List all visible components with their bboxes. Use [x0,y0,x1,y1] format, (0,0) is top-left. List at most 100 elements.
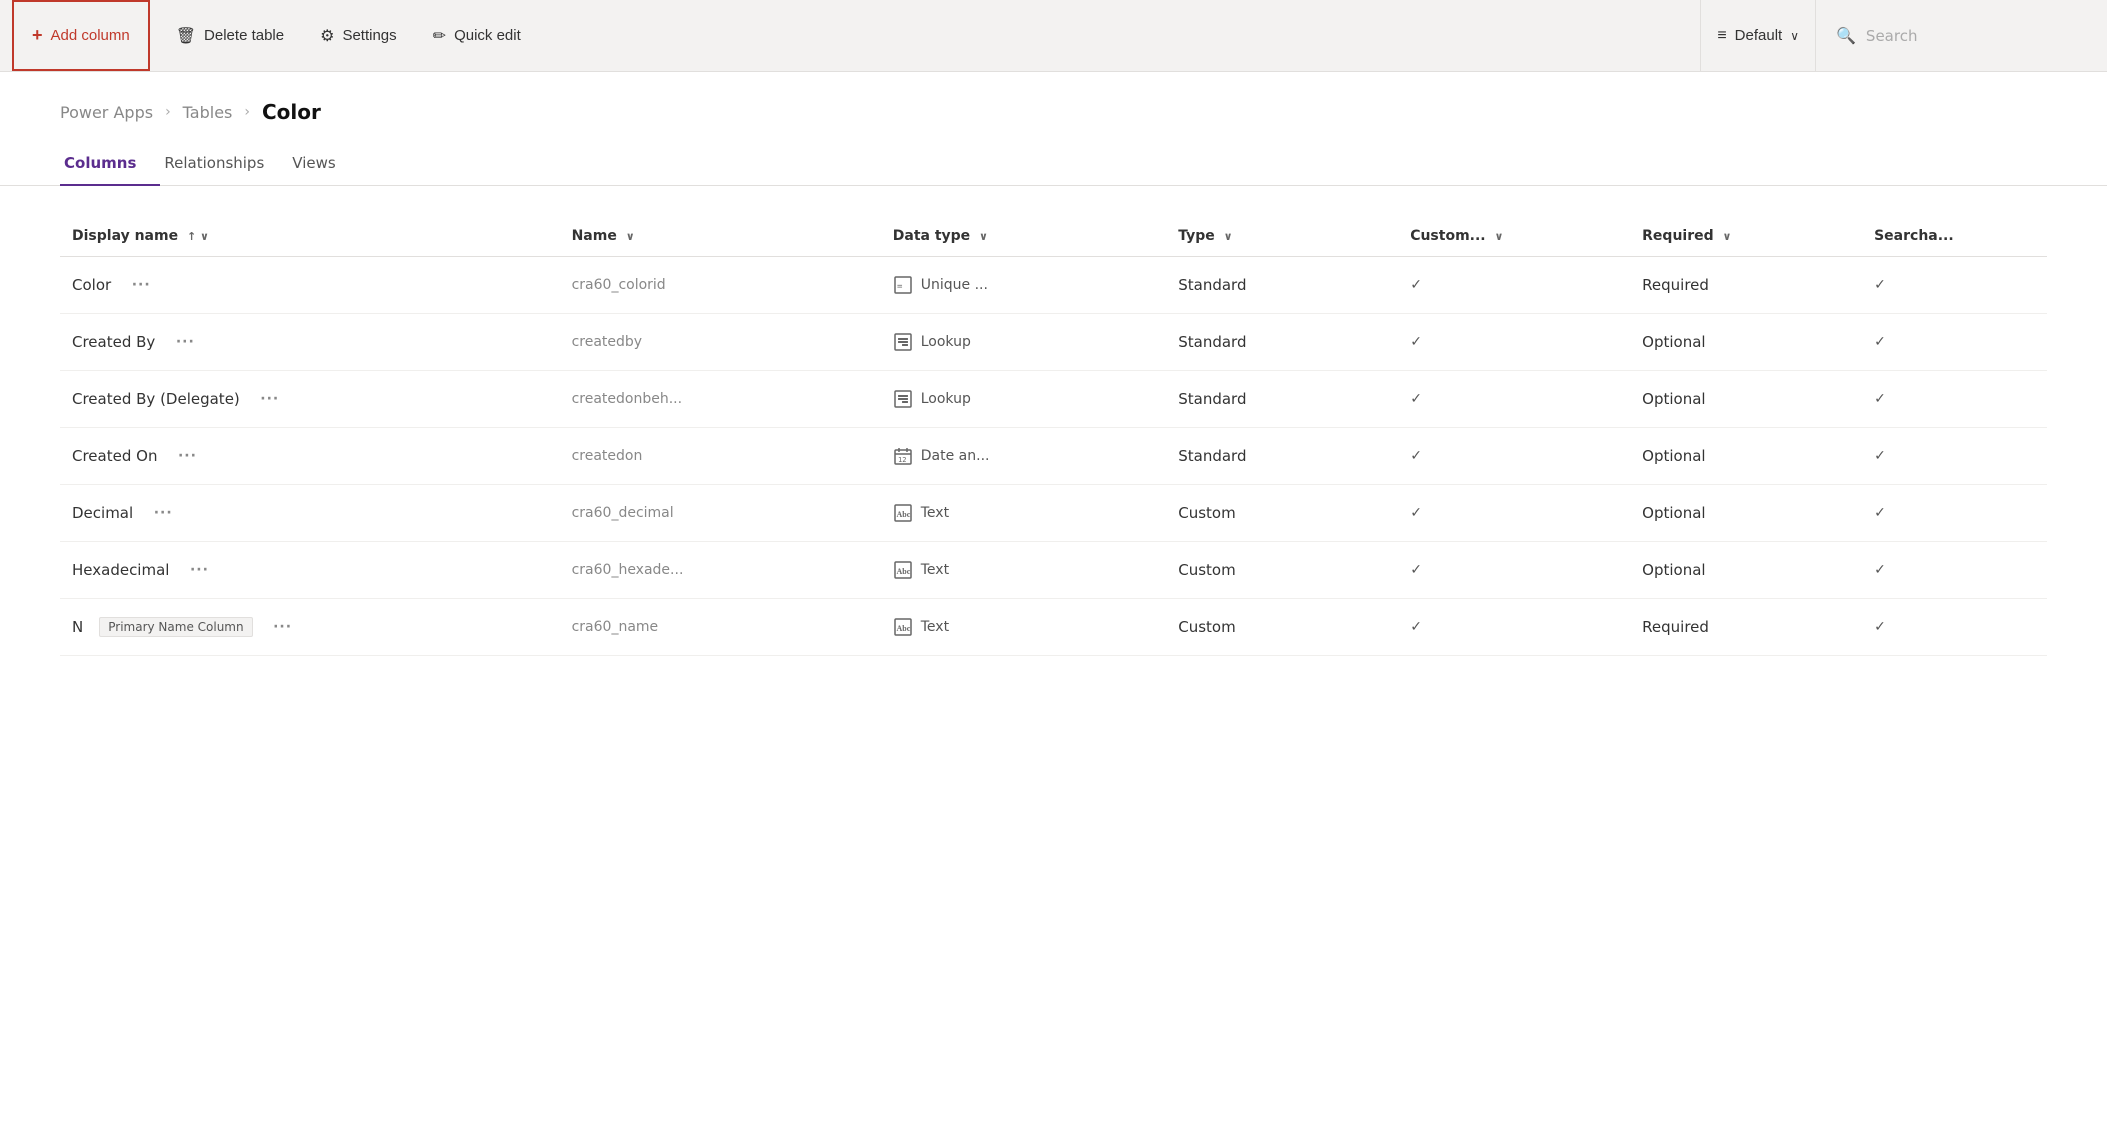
cell-type: Standard [1166,428,1398,485]
breadcrumb-powerapps[interactable]: Power Apps [60,103,153,122]
datatype-label: Text [921,619,949,635]
sort-datatype-icon: ∨ [979,230,988,243]
header-datatype[interactable]: Data type ∨ [881,218,1166,257]
more-options-button[interactable]: ··· [173,442,201,470]
default-view-button[interactable]: ≡ Default ∨ [1700,0,1815,72]
cell-displayname: Created On··· [60,428,560,485]
cell-name: cra60_decimal [560,485,881,542]
header-displayname[interactable]: Display name ↑ ∨ [60,218,560,257]
cell-type: Standard [1166,314,1398,371]
datatype-label: Lookup [921,334,971,350]
cell-name: createdonbeh... [560,371,881,428]
columns-table: Display name ↑ ∨ Name ∨ Data type ∨ Type… [60,218,2047,656]
display-name-text: Created By (Delegate) [72,390,240,408]
more-options-button[interactable]: ··· [185,556,213,584]
settings-label: Settings [342,27,396,44]
sort-name-icon: ∨ [626,230,635,243]
pencil-icon: ✏ [433,26,446,46]
cell-custom: ✓ [1398,485,1630,542]
cell-name: cra60_name [560,599,881,656]
cell-searchable: ✓ [1862,542,2047,599]
cell-name: cra60_colorid [560,257,881,314]
cell-custom: ✓ [1398,542,1630,599]
cell-displayname: Created By··· [60,314,560,371]
svg-text:Abc: Abc [896,567,910,576]
cell-type: Custom [1166,485,1398,542]
tab-columns[interactable]: Columns [60,144,160,186]
cell-datatype: Abc Text [881,542,1166,599]
cell-datatype: Abc Text [881,599,1166,656]
breadcrumb-current: Color [262,100,321,124]
header-required[interactable]: Required ∨ [1630,218,1862,257]
header-type[interactable]: Type ∨ [1166,218,1398,257]
quick-edit-label: Quick edit [454,27,521,44]
quick-edit-button[interactable]: ✏ Quick edit [415,0,539,71]
cell-required: Required [1630,257,1862,314]
delete-table-label: Delete table [204,27,284,44]
cell-required: Required [1630,599,1862,656]
add-column-button[interactable]: + Add column [12,0,150,71]
more-options-button[interactable]: ··· [171,328,199,356]
header-name[interactable]: Name ∨ [560,218,881,257]
cell-custom: ✓ [1398,314,1630,371]
cell-searchable: ✓ [1862,428,2047,485]
search-area[interactable]: 🔍 Search [1815,0,2095,72]
datatype-icon: 12 [893,446,913,466]
cell-custom: ✓ [1398,257,1630,314]
cell-displayname: Created By (Delegate) ··· [60,371,560,428]
cell-searchable: ✓ [1862,599,2047,656]
cell-searchable: ✓ [1862,257,2047,314]
settings-button[interactable]: ⚙ Settings [302,0,415,71]
datatype-icon: Abc [893,503,913,523]
hamburger-icon: ≡ [1717,27,1726,45]
default-label: Default [1735,27,1783,44]
display-name-text: N [72,618,83,636]
cell-custom: ✓ [1398,428,1630,485]
cell-required: Optional [1630,371,1862,428]
breadcrumb-sep-1: › [165,104,171,120]
cell-datatype: 12 Date an... [881,428,1166,485]
datatype-icon [893,332,913,352]
toolbar: + Add column 🗑 Delete table ⚙ Settings ✏… [0,0,2107,72]
more-options-button[interactable]: ··· [256,385,284,413]
cell-displayname: Color ··· [60,257,560,314]
header-searchable[interactable]: Searcha... [1862,218,2047,257]
more-options-button[interactable]: ··· [149,499,177,527]
table-row: Created By···createdby Lookup Standard✓Op… [60,314,2047,371]
cell-searchable: ✓ [1862,485,2047,542]
display-name-text: Decimal [72,504,133,522]
search-placeholder: Search [1866,27,1918,45]
cell-type: Standard [1166,371,1398,428]
svg-text:=: = [897,282,903,292]
trash-icon: 🗑 [176,26,196,46]
table-header-row: Display name ↑ ∨ Name ∨ Data type ∨ Type… [60,218,2047,257]
chevron-down-icon: ∨ [1790,29,1799,43]
search-icon: 🔍 [1836,26,1856,45]
cell-displayname: Decimal ··· [60,485,560,542]
tab-views[interactable]: Views [288,144,359,186]
datatype-label: Text [921,562,949,578]
primary-name-badge: Primary Name Column [99,617,252,637]
cell-name: createdby [560,314,881,371]
cell-required: Optional [1630,314,1862,371]
display-name-text: Color [72,276,111,294]
tab-relationships[interactable]: Relationships [160,144,288,186]
cell-name: createdon [560,428,881,485]
plus-icon: + [32,25,43,46]
cell-type: Custom [1166,599,1398,656]
svg-text:12: 12 [898,456,906,464]
cell-required: Optional [1630,485,1862,542]
more-options-button[interactable]: ··· [269,613,297,641]
more-options-button[interactable]: ··· [127,271,155,299]
table-row: Color···cra60_colorid = Unique ...Standa… [60,257,2047,314]
table-row: Hexadecimal···cra60_hexade... Abc TextCu… [60,542,2047,599]
header-custom[interactable]: Custom... ∨ [1398,218,1630,257]
table-row: Decimal···cra60_decimal Abc TextCustom✓O… [60,485,2047,542]
delete-table-button[interactable]: 🗑 Delete table [158,0,302,71]
breadcrumb-tables[interactable]: Tables [183,103,233,122]
sort-required-icon: ∨ [1723,230,1732,243]
cell-type: Standard [1166,257,1398,314]
cell-displayname: Hexadecimal··· [60,542,560,599]
sort-displayname-icon: ↑ ∨ [187,230,209,243]
cell-custom: ✓ [1398,371,1630,428]
